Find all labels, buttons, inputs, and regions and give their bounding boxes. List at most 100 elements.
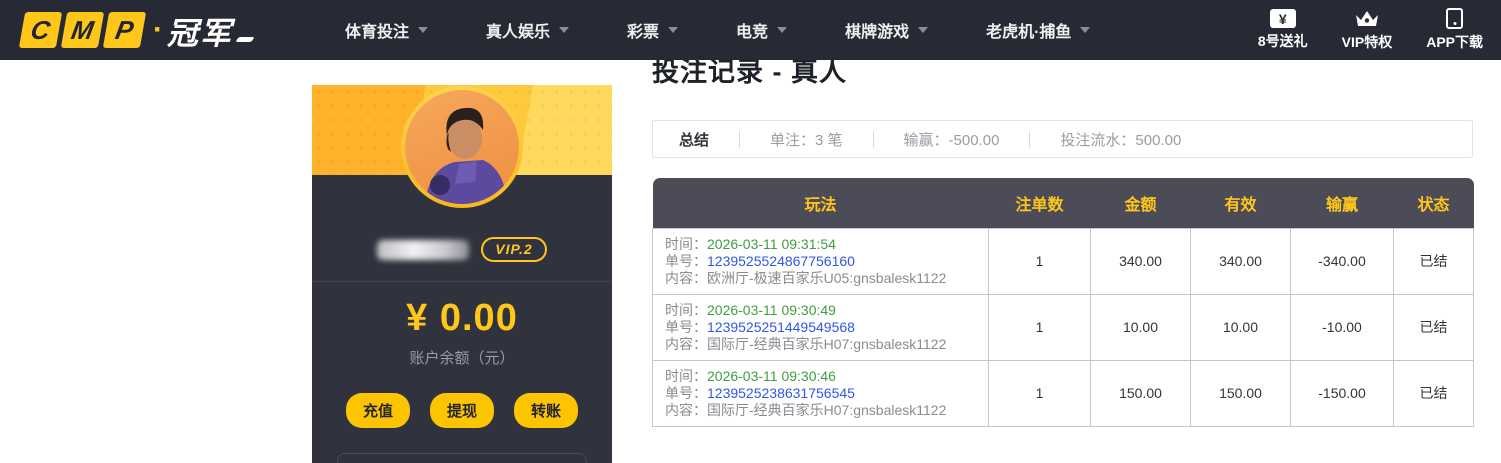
- username-blurred: [377, 239, 470, 260]
- action-label: APP下载: [1426, 34, 1483, 50]
- avatar-ring: [401, 86, 523, 208]
- content-label: 内容：: [665, 401, 707, 418]
- nav-item-label: 棋牌游戏: [845, 24, 910, 41]
- gift-ticket-icon: ¥: [1269, 9, 1296, 28]
- content-label: 内容：: [665, 335, 707, 352]
- withdraw-button[interactable]: 提现: [429, 393, 494, 428]
- header-winloss: 输赢: [1290, 178, 1394, 228]
- nav-item-label: 彩票: [627, 24, 660, 41]
- summary-separator: [739, 130, 741, 148]
- vip-level-badge: VIP.2: [481, 237, 547, 262]
- nav-item-board-games[interactable]: 棋牌游戏: [845, 18, 929, 42]
- logo-box-m: M: [60, 12, 105, 48]
- chevron-down-icon: [777, 27, 788, 33]
- logo-box-p: P: [102, 12, 147, 48]
- time-label: 时间：: [665, 235, 707, 252]
- avatar-photo: [425, 107, 507, 204]
- logo-letter: M: [69, 14, 97, 45]
- table-header-row: 玩法 注单数 金额 有效 输赢 状态: [652, 178, 1474, 228]
- sidebar-menu-box: [337, 453, 587, 463]
- logo-brand-text: 冠军: [167, 15, 233, 51]
- gift-day8-button[interactable]: ¥ 8号送礼: [1258, 9, 1308, 51]
- bet-content: 欧洲厅-极速百家乐U05:gnsbalesk1122: [707, 269, 947, 286]
- action-label: VIP特权: [1341, 33, 1393, 50]
- amount-cell: 340.00: [1090, 227, 1191, 295]
- account-balance-label: 账户余额（元）: [409, 350, 515, 367]
- navbar-actions: ¥ 8号送礼 VIP特权 APP下载: [1258, 8, 1483, 52]
- app-download-button[interactable]: APP下载: [1426, 8, 1483, 52]
- header-amount: 金额: [1090, 178, 1191, 228]
- playtype-cell: 时间：2026-03-11 09:30:49 单号：12395252514495…: [652, 293, 989, 361]
- wallet-buttons: 充值 提现 转账: [312, 393, 612, 428]
- playtype-cell: 时间：2026-03-11 09:30:46 单号：12395252386317…: [652, 359, 989, 427]
- bet-time: 2026-03-11 09:30:49: [707, 301, 836, 318]
- nav-item-label: 电竞: [736, 24, 769, 41]
- chevron-down-icon: [559, 27, 570, 33]
- nav-item-slots-fishing[interactable]: 老虎机·捕鱼: [986, 18, 1091, 42]
- phone-icon: [1446, 8, 1464, 29]
- valid-cell: 150.00: [1190, 359, 1291, 427]
- transfer-button[interactable]: 转账: [514, 393, 579, 428]
- order-label: 单号：: [665, 384, 707, 401]
- nav-item-sports[interactable]: 体育投注: [345, 18, 429, 42]
- main-nav-menu: 体育投注 真人娱乐 彩票 电竞 棋牌游戏 老虎机·捕鱼: [345, 18, 1091, 42]
- bet-count-cell: 1: [988, 359, 1091, 427]
- logo-letter: C: [28, 14, 53, 45]
- nav-item-esports[interactable]: 电竞: [736, 18, 788, 42]
- winloss-cell: -10.00: [1290, 293, 1394, 361]
- crown-icon: [1355, 10, 1378, 26]
- valid-cell: 340.00: [1190, 227, 1291, 295]
- logo-letter-boxes: C M P: [18, 12, 147, 48]
- action-label: 8号送礼: [1257, 33, 1308, 49]
- playtype-cell: 时间：2026-03-11 09:31:54 单号：12395255248677…: [652, 227, 989, 295]
- order-label: 单号：: [665, 318, 707, 335]
- status-cell: 已结: [1393, 227, 1474, 295]
- chevron-down-icon: [668, 27, 679, 33]
- valid-cell: 10.00: [1190, 293, 1291, 361]
- header-bet-count: 注单数: [988, 178, 1091, 228]
- order-number-link[interactable]: 1239525251449549568: [707, 319, 855, 335]
- bet-records-table: 玩法 注单数 金额 有效 输赢 状态 时间：2026-03-11 09:31:5…: [652, 178, 1474, 427]
- order-number-link[interactable]: 1239525238631756545: [707, 385, 855, 401]
- brand-logo[interactable]: C M P · 冠军: [18, 8, 255, 53]
- header-playtype: 玩法: [652, 178, 989, 228]
- nav-item-live-casino[interactable]: 真人娱乐: [486, 18, 570, 42]
- user-identity-row: VIP.2: [312, 237, 612, 262]
- avatar[interactable]: [405, 90, 519, 204]
- bet-count-cell: 1: [988, 293, 1091, 361]
- chevron-down-icon: [1080, 27, 1091, 33]
- chevron-down-icon: [418, 27, 429, 33]
- bet-time: 2026-03-11 09:31:54: [707, 235, 836, 252]
- bet-content: 国际厅-经典百家乐H07:gnsbalesk1122: [707, 335, 947, 352]
- bet-content: 国际厅-经典百家乐H07:gnsbalesk1122: [707, 401, 947, 418]
- sidebar-divider: [312, 281, 612, 282]
- vip-privilege-button[interactable]: VIP特权: [1341, 9, 1393, 52]
- user-profile-sidebar: VIP.2 ¥ 0.00 账户余额（元） 充值 提现 转账: [312, 85, 612, 463]
- summary-bet-count: 单注：3 笔: [770, 131, 843, 149]
- nav-item-lottery[interactable]: 彩票: [627, 18, 679, 42]
- summary-winloss: 输赢：-500.00: [903, 131, 1000, 149]
- order-label: 单号：: [665, 252, 707, 269]
- amount-cell: 150.00: [1090, 359, 1191, 427]
- nav-item-label: 体育投注: [345, 24, 410, 41]
- logo-swoosh-icon: [235, 36, 255, 42]
- order-number-link[interactable]: 1239525524867756160: [707, 253, 855, 269]
- bet-time: 2026-03-11 09:30:46: [707, 367, 836, 384]
- summary-bar: 总结 单注：3 笔 输赢：-500.00 投注流水：500.00: [652, 120, 1473, 158]
- bet-count-cell: 1: [988, 227, 1091, 295]
- winloss-cell: -340.00: [1290, 227, 1394, 295]
- chevron-down-icon: [918, 27, 929, 33]
- top-navbar: C M P · 冠军 体育投注 真人娱乐 彩票 电竞 棋牌游戏 老虎机·捕鱼 ¥…: [0, 0, 1501, 60]
- summary-separator: [872, 130, 874, 148]
- deposit-button[interactable]: 充值: [345, 393, 410, 428]
- page: 投注记录 - 真人 C M P · 冠军 体育投注 真人娱乐 彩票 电竞 棋牌游…: [0, 0, 1501, 463]
- summary-title: 总结: [679, 131, 710, 149]
- nav-item-label: 真人娱乐: [486, 24, 551, 41]
- table-row: 时间：2026-03-11 09:31:54 单号：12395255248677…: [652, 227, 1474, 295]
- nav-item-label: 老虎机·捕鱼: [986, 24, 1072, 41]
- content-label: 内容：: [665, 269, 707, 286]
- logo-box-c: C: [18, 12, 63, 48]
- summary-separator: [1029, 130, 1031, 148]
- table-row: 时间：2026-03-11 09:30:46 单号：12395252386317…: [652, 359, 1474, 427]
- status-cell: 已结: [1393, 359, 1474, 427]
